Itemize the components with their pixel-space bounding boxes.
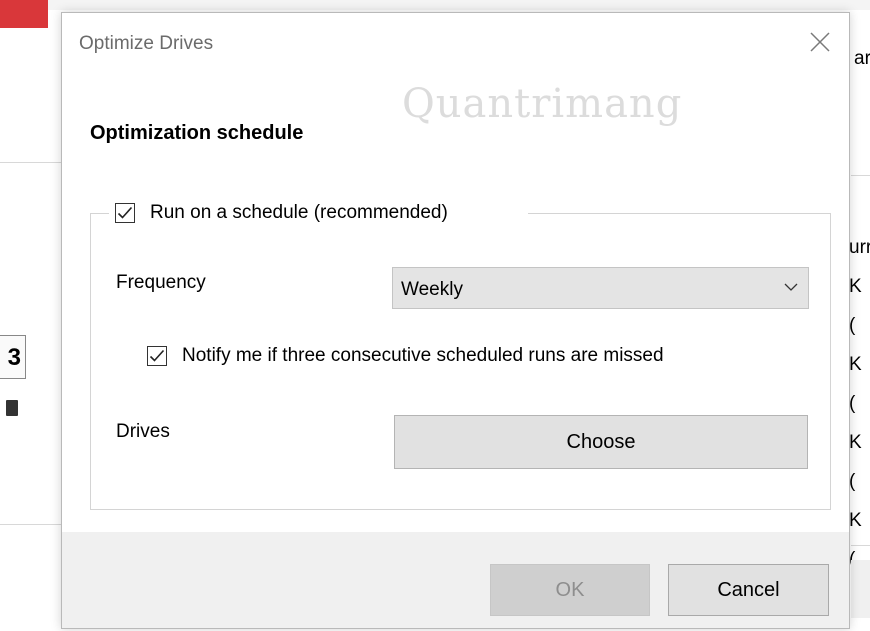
background-text: ar — [854, 48, 870, 69]
dialog-footer: OK Cancel — [62, 532, 849, 628]
background-cell: urr — [849, 237, 870, 258]
choose-drives-button[interactable]: Choose — [394, 415, 808, 469]
background-divider — [0, 162, 62, 163]
notify-missed-runs-label: Notify me if three consecutive scheduled… — [182, 345, 664, 366]
checkmark-icon — [117, 206, 133, 219]
section-heading: Optimization schedule — [90, 122, 304, 144]
background-cell: K ( — [849, 354, 862, 414]
background-divider — [0, 524, 62, 525]
background-window-edge — [48, 0, 870, 10]
schedule-groupbox: Run on a schedule (recommended) Frequenc… — [90, 198, 831, 510]
notify-missed-runs-checkbox[interactable] — [147, 346, 167, 366]
chevron-down-icon — [784, 283, 798, 291]
checkmark-icon — [149, 349, 165, 362]
ok-button[interactable]: OK — [490, 564, 650, 616]
background-button: 3 — [0, 335, 26, 379]
frequency-select[interactable]: Weekly — [392, 267, 809, 309]
dialog-title: Optimize Drives — [79, 33, 214, 54]
close-button[interactable] — [807, 29, 833, 55]
background-column: urr K ( K ( K ( K ( — [849, 228, 870, 579]
frequency-label: Frequency — [116, 272, 206, 293]
drives-label: Drives — [116, 421, 170, 442]
background-clipboard-icon — [6, 400, 18, 416]
optimize-drives-dialog: Optimize Drives Quantrimang Optimization… — [61, 12, 850, 629]
background-cell: K ( — [849, 276, 862, 336]
background-divider — [851, 175, 870, 176]
background-footer — [851, 560, 870, 618]
cancel-button[interactable]: Cancel — [668, 564, 829, 616]
run-on-schedule-label: Run on a schedule (recommended) — [150, 202, 448, 223]
close-icon — [810, 32, 830, 52]
run-on-schedule-row: Run on a schedule (recommended) — [109, 198, 528, 228]
watermark-logo: Quantrimang — [402, 81, 683, 127]
frequency-selected-value: Weekly — [401, 279, 463, 300]
background-cell: K ( — [849, 432, 862, 492]
notify-missed-runs-row: Notify me if three consecutive scheduled… — [147, 345, 664, 367]
run-on-schedule-checkbox[interactable] — [115, 203, 135, 223]
background-window-titlebar — [0, 0, 48, 28]
